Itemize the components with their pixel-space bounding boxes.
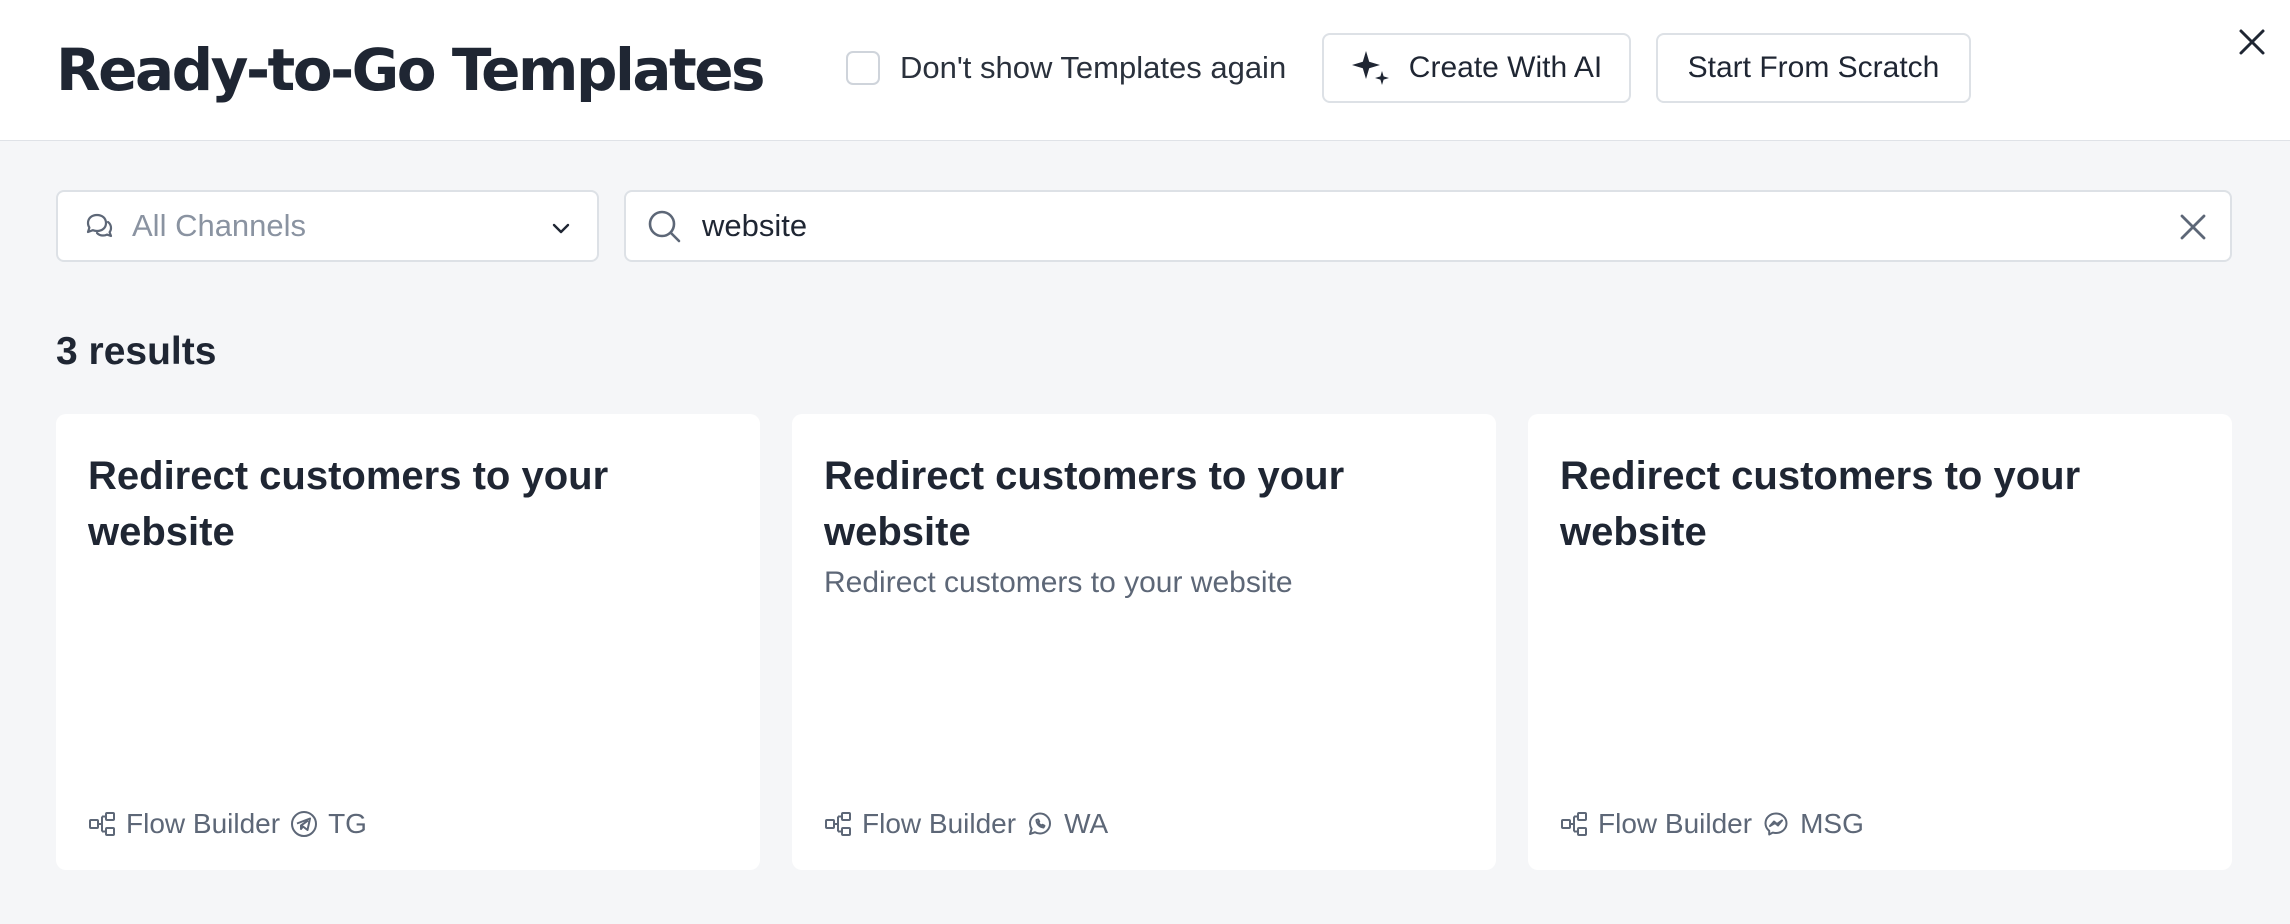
search-bar (624, 190, 2232, 262)
template-card[interactable]: Redirect customers to your website Flow … (56, 414, 760, 870)
search-icon (646, 208, 682, 244)
telegram-icon (290, 810, 318, 838)
whatsapp-icon (1026, 810, 1054, 838)
template-card[interactable]: Redirect customers to your website Redir… (792, 414, 1496, 870)
flow-builder-icon (824, 810, 852, 838)
template-type: Flow Builder (862, 808, 1017, 839)
chat-bubbles-icon (84, 211, 114, 241)
chevron-down-icon (549, 216, 573, 240)
template-card-meta: Flow Builder MSG (1560, 806, 1864, 842)
channel-label: WA (1064, 808, 1109, 839)
start-from-scratch-button[interactable]: Start From Scratch (1656, 33, 1971, 103)
sparkles-icon (1351, 48, 1409, 88)
dont-show-again-toggle[interactable]: Don't show Templates again (846, 50, 1286, 86)
modal-header: Ready-to-Go Templates Don't show Templat… (0, 0, 2290, 141)
channel-filter-select[interactable]: All Channels (56, 190, 599, 262)
template-card-title: Redirect customers to your website (1560, 454, 2081, 554)
template-card[interactable]: Redirect customers to your website Flow … (1528, 414, 2232, 870)
dont-show-checkbox[interactable] (846, 51, 880, 85)
channel-label: TG (328, 808, 367, 839)
dont-show-label: Don't show Templates again (900, 50, 1287, 85)
close-modal-button[interactable] (2234, 24, 2270, 60)
clear-search-button[interactable] (2178, 212, 2208, 242)
template-card-title: Redirect customers to your website (88, 454, 609, 554)
channel-filter-value: All Channels (132, 208, 307, 243)
create-with-ai-label: Create With AI (1408, 51, 1603, 84)
template-card-title: Redirect customers to your website (824, 454, 1345, 554)
messenger-icon (1762, 810, 1790, 838)
template-type: Flow Builder (1598, 808, 1753, 839)
flow-builder-icon (88, 810, 116, 838)
page-title: Ready-to-Go Templates (56, 36, 766, 104)
template-card-meta: Flow Builder TG (88, 806, 367, 842)
template-card-description: Redirect customers to your website (824, 566, 1293, 599)
channel-label: MSG (1800, 808, 1864, 839)
flow-builder-icon (1560, 810, 1588, 838)
template-type: Flow Builder (126, 808, 281, 839)
results-count: 3 results (56, 330, 217, 373)
close-icon (2238, 28, 2266, 56)
create-with-ai-button[interactable]: Create With AI (1322, 33, 1631, 103)
template-card-meta: Flow Builder WA (824, 806, 1108, 842)
search-input[interactable] (702, 208, 2142, 244)
